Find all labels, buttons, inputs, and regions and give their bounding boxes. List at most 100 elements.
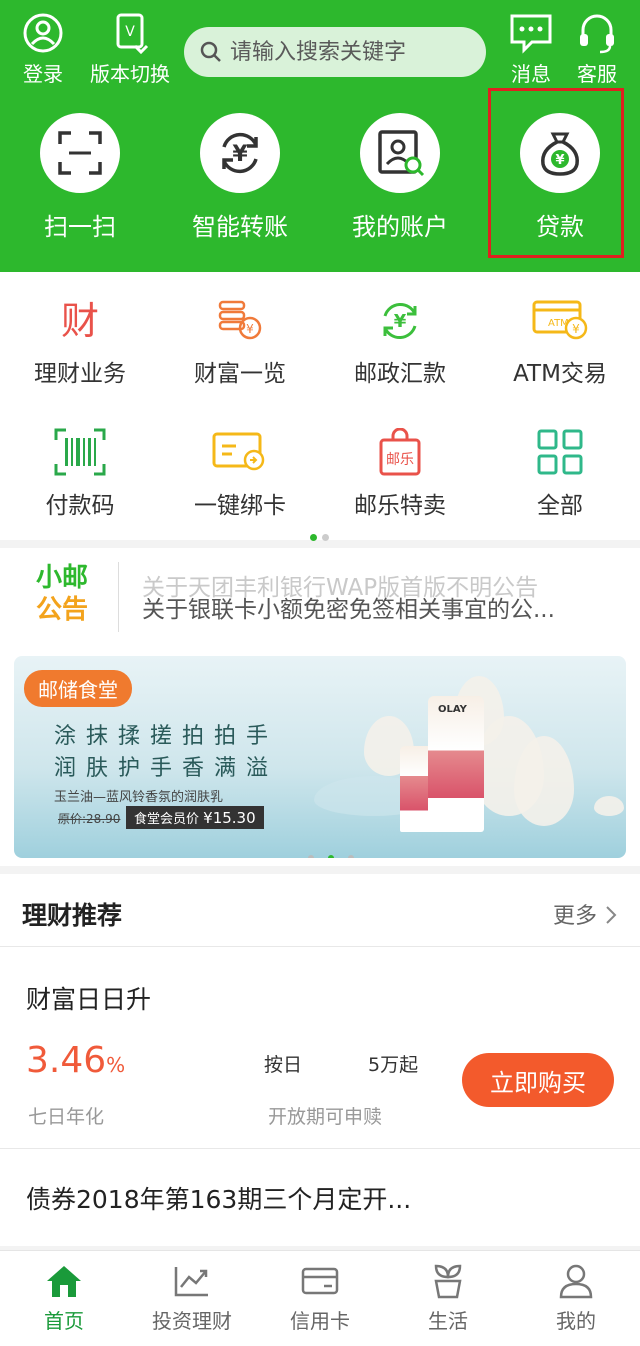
wealth-recommend-section: 理财推荐 更多 财富日日升 3.46% 七日年化 按日 5万起 开放期可申赎 立… (0, 874, 640, 1246)
menu-item-bind-card[interactable]: 一键绑卡 (160, 428, 320, 520)
product-tube-large (428, 696, 484, 832)
menu-page-indicator (310, 526, 334, 545)
quick-action-scan[interactable]: 扫一扫 (0, 113, 160, 242)
product-minimum: 5万起 (368, 1054, 419, 1076)
tab-label: 投资理财 (152, 1309, 232, 1333)
svg-text:V: V (125, 24, 135, 40)
notice-logo-line1: 小邮 (36, 563, 89, 593)
header-bar: 登录 V 版本切换 消息 客服 扫一扫 ¥ 智能转账 我的账户 ¥ (0, 0, 640, 272)
user-circle-icon (23, 13, 63, 53)
tab-label: 我的 (556, 1309, 596, 1333)
quick-action-label: 扫一扫 (44, 213, 116, 241)
quick-action-label: 智能转账 (192, 213, 288, 241)
divider (0, 946, 640, 947)
customer-service-button[interactable]: 客服 (572, 12, 622, 87)
quick-action-transfer[interactable]: ¥ 智能转账 (160, 113, 320, 242)
menu-item-remittance[interactable]: ¥ 邮政汇款 (320, 296, 480, 388)
version-label: 版本切换 (90, 62, 170, 86)
banner-member-price: 食堂会员价 ¥15.30 (126, 806, 264, 829)
banner-member-label: 食堂会员价 (134, 812, 200, 827)
menu-item-wealth-overview[interactable]: ¥ 财富一览 (160, 296, 320, 388)
svg-text:财: 财 (61, 299, 99, 343)
banner-subtitle: 玉兰油—蓝风铃香氛的润肤乳 (54, 790, 224, 805)
menu-item-label: 一键绑卡 (194, 493, 286, 519)
tab-label: 首页 (44, 1309, 84, 1333)
menu-item-wealth[interactable]: 财 理财业务 (0, 296, 160, 388)
grid-icon (537, 429, 583, 475)
menu-item-label: ATM交易 (513, 361, 607, 387)
quick-action-label: 我的账户 (352, 213, 448, 241)
notice-bar[interactable]: 小邮 公告 关于天团丰利银行WAP版首版不明公告 关于银联卡小额免密免签相关事宜… (0, 548, 640, 648)
menu-item-atm[interactable]: ATM ¥ ATM交易 (480, 296, 640, 388)
product-rate-value: 3.46 (26, 1040, 107, 1081)
search-input[interactable] (230, 39, 480, 65)
product-rate-label: 七日年化 (28, 1106, 105, 1128)
more-label: 更多 (552, 904, 597, 929)
version-switch-button[interactable]: V 版本切换 (84, 12, 176, 87)
remittance-icon: ¥ (383, 303, 417, 339)
divider (0, 1148, 640, 1149)
user-icon (559, 1264, 593, 1299)
tab-mine[interactable]: 我的 (512, 1263, 640, 1334)
menu-item-label: 邮政汇款 (354, 361, 446, 387)
menu-item-label: 全部 (537, 493, 583, 519)
banner-price-value: ¥15.30 (203, 809, 256, 827)
life-plant-icon (434, 1264, 462, 1299)
banner-headline-1: 涂抹揉搓拍拍手 (54, 724, 279, 749)
notice-logo: 小邮 公告 (36, 562, 96, 626)
atm-card-icon: ATM ¥ (532, 300, 588, 340)
message-button[interactable]: 消息 (506, 12, 556, 87)
tab-invest[interactable]: 投资理财 (128, 1263, 256, 1334)
login-button[interactable]: 登录 (18, 12, 68, 87)
headset-icon (580, 14, 614, 54)
product-rate: 3.46% (26, 1040, 125, 1081)
transfer-icon: ¥ (200, 113, 280, 193)
tab-life[interactable]: 生活 (384, 1263, 512, 1334)
svg-text:邮乐: 邮乐 (386, 452, 414, 468)
search-icon (200, 41, 221, 62)
svg-text:¥: ¥ (572, 322, 580, 336)
search-bar[interactable] (184, 27, 486, 77)
coins-icon: ¥ (218, 300, 262, 340)
bind-card-icon (212, 432, 265, 471)
notice-current-text: 关于银联卡小额免密免签相关事宜的公... (142, 597, 555, 623)
product-name: 财富日日升 (26, 985, 152, 1014)
menu-item-youle-sale[interactable]: 邮乐 邮乐特卖 (320, 428, 480, 520)
banner-page-indicator (308, 846, 368, 858)
account-icon (360, 113, 440, 193)
more-link[interactable]: 更多 (553, 898, 618, 930)
product-rate-unit: % (106, 1053, 126, 1077)
product-type: 按日 (264, 1054, 303, 1076)
svg-text:¥: ¥ (394, 311, 407, 332)
credit-card-icon (301, 1267, 339, 1295)
promo-banner[interactable]: OLAY 邮储食堂 涂抹揉搓拍拍手 润肤护手香满溢 玉兰油—蓝风铃香氛的润肤乳 … (14, 656, 626, 858)
service-menu: 财 理财业务 ¥ 财富一览 ¥ 邮政汇款 ATM ¥ ATM交易 付款码 一键绑卡… (0, 272, 640, 541)
notice-ticker[interactable]: 关于天团丰利银行WAP版首版不明公告 关于银联卡小额免密免签相关事宜的公... (142, 568, 622, 628)
tab-credit-card[interactable]: 信用卡 (256, 1263, 384, 1334)
quick-action-account[interactable]: 我的账户 (320, 113, 480, 242)
scan-icon (40, 113, 120, 193)
product-name[interactable]: 债券2018年第163期三个月定开... (26, 1180, 411, 1216)
menu-item-pay-code[interactable]: 付款码 (0, 428, 160, 520)
shopping-bag-icon: 邮乐 (379, 428, 421, 476)
barcode-icon (54, 428, 106, 476)
menu-item-all[interactable]: 全部 (480, 428, 640, 520)
version-switch-icon: V (116, 13, 149, 54)
svg-text:¥: ¥ (246, 322, 254, 336)
tab-label: 生活 (428, 1309, 468, 1333)
tab-home[interactable]: 首页 (0, 1263, 128, 1334)
invest-chart-icon (174, 1267, 208, 1297)
svg-text:¥: ¥ (232, 142, 248, 167)
message-label: 消息 (511, 62, 551, 86)
bottom-tab-bar: 首页 投资理财 信用卡 生活 我的 (0, 1250, 640, 1346)
chevron-right-icon (606, 906, 617, 924)
notice-divider (118, 562, 119, 632)
banner-tag: 邮储食堂 (24, 670, 132, 707)
tab-label: 信用卡 (290, 1309, 350, 1333)
service-label: 客服 (577, 62, 617, 86)
wealth-icon: 财 (61, 299, 99, 343)
section-title: 理财推荐 (22, 901, 123, 930)
buy-now-button[interactable]: 立即购买 (462, 1053, 614, 1107)
login-label: 登录 (23, 62, 63, 86)
banner-headline-2: 润肤护手香满溢 (54, 756, 279, 781)
